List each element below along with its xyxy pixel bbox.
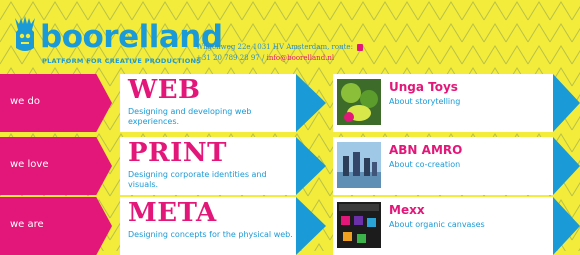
map-pin-icon[interactable]: [357, 43, 364, 51]
tab-label: we love: [10, 159, 49, 170]
client-thumbnail: [337, 202, 381, 248]
service-row-web: we do WEB Designing and developing web e…: [0, 74, 580, 132]
service-row-meta: we are META Designing concepts for the p…: [0, 197, 580, 255]
client-thumbnail: [337, 79, 381, 125]
client-title: Unga Toys: [389, 80, 458, 94]
service-card-print[interactable]: PRINT Designing corporate identities and…: [120, 137, 296, 195]
arrow-right-icon[interactable]: [553, 197, 580, 255]
contact-address: Wilgenweg 22e 1031 HV Amsterdam, route: …: [196, 42, 364, 64]
arrow-right-icon[interactable]: [553, 74, 580, 132]
phone-text: +31 20 789 28 97 /: [196, 54, 265, 62]
client-description: About organic canvases: [389, 220, 485, 229]
client-card-abn-amro[interactable]: ABN AMRO About co-creation: [333, 137, 553, 195]
arrow-right-icon[interactable]: [296, 74, 326, 132]
arrow-right-icon[interactable]: [296, 197, 326, 255]
site-header: boorelland PLATFORM FOR CREATIVE PRODUCT…: [0, 0, 580, 78]
service-card-web[interactable]: WEB Designing and developing web experie…: [120, 74, 296, 132]
tab-we-love[interactable]: we love: [0, 137, 112, 195]
logo-mascot-icon[interactable]: [12, 14, 38, 54]
service-title: WEB: [128, 75, 201, 105]
service-title: PRINT: [128, 138, 227, 168]
tab-we-do[interactable]: we do: [0, 74, 112, 132]
client-thumbnail: [337, 142, 381, 188]
service-title: META: [128, 198, 217, 228]
service-row-print: we love PRINT Designing corporate identi…: [0, 137, 580, 195]
logo-tagline: PLATFORM FOR CREATIVE PRODUCTIONS: [42, 57, 202, 65]
client-description: About storytelling: [389, 97, 461, 106]
service-description: Designing and developing web experiences…: [128, 107, 252, 126]
client-title: Mexx: [389, 203, 425, 217]
client-title: ABN AMRO: [389, 143, 463, 157]
tab-we-are[interactable]: we are: [0, 197, 112, 255]
client-description: About co-creation: [389, 160, 461, 169]
tab-label: we do: [10, 96, 40, 107]
arrow-right-icon[interactable]: [296, 137, 326, 195]
email-link[interactable]: info@boorelland.nl: [267, 54, 335, 62]
tab-label: we are: [10, 219, 44, 230]
client-card-mexx[interactable]: Mexx About organic canvases: [333, 197, 553, 255]
arrow-right-icon[interactable]: [553, 137, 580, 195]
service-description: Designing corporate identities and visua…: [128, 170, 267, 189]
service-description: Designing concepts for the physical web.: [128, 230, 293, 239]
address-text: Wilgenweg 22e 1031 HV Amsterdam, route:: [196, 43, 353, 51]
client-card-unga-toys[interactable]: Unga Toys About storytelling: [333, 74, 553, 132]
service-card-meta[interactable]: META Designing concepts for the physical…: [120, 197, 296, 255]
